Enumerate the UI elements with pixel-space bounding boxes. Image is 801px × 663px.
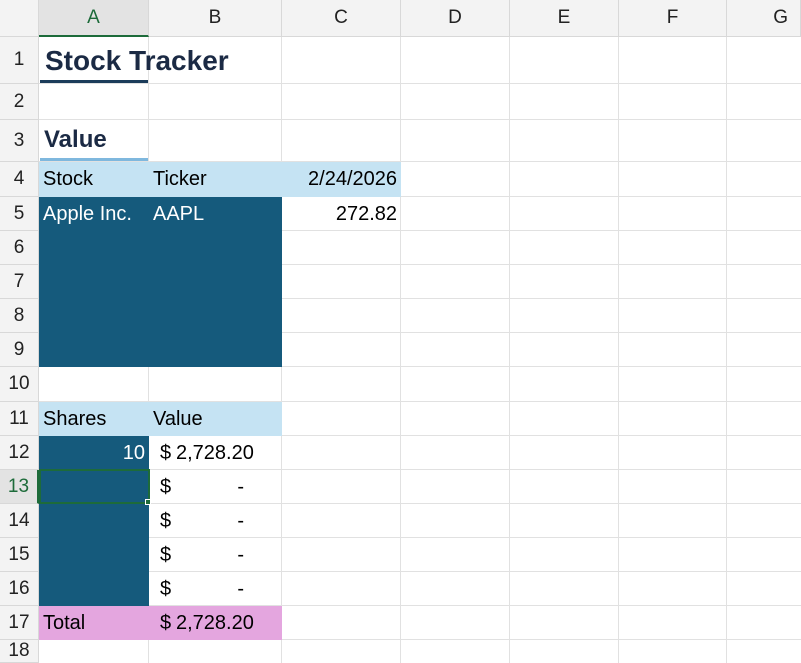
value-amount: 2,728.20 [176,441,254,464]
column-header-f[interactable]: F [619,0,727,37]
row-header-6[interactable]: 6 [0,231,39,265]
cell-b5-ticker[interactable]: AAPL [149,197,282,231]
currency-symbol: $ [160,475,172,498]
currency-symbol: $ [160,577,172,600]
cell-a16-shares[interactable] [39,572,149,606]
cell-a14-shares[interactable] [39,504,149,538]
value-amount: - [237,543,244,566]
cell-a1-title[interactable]: Stock Tracker [40,38,280,83]
row-header-13[interactable]: 13 [0,470,39,504]
value-amount: - [237,577,244,600]
value-heading-underline [40,158,148,161]
gridline [39,83,801,84]
row-header-11[interactable]: 11 [0,402,39,436]
value-amount: - [237,475,244,498]
cell-a3-value-heading[interactable]: Value [40,120,148,159]
cell-a13-shares-selected[interactable] [39,469,150,504]
currency-symbol: $ [160,543,172,566]
column-header-e[interactable]: E [510,0,619,37]
cell-a11-shares-header[interactable]: Shares [39,402,149,436]
row-header-14[interactable]: 14 [0,504,39,538]
row-header-3[interactable]: 3 [0,120,39,162]
title-underline [40,80,148,83]
gridline [39,119,801,120]
gridline [400,37,401,663]
row-header-18[interactable]: 18 [0,640,39,663]
row-header-7[interactable]: 7 [0,265,39,299]
gridline [509,37,510,663]
row-header-15[interactable]: 15 [0,538,39,572]
row-header-17[interactable]: 17 [0,606,39,640]
row-header-9[interactable]: 9 [0,333,39,367]
cell-b13-value[interactable]: $ - [149,470,282,504]
currency-symbol: $ [160,509,172,532]
currency-symbol: $ [160,441,172,464]
row-header-16[interactable]: 16 [0,572,39,606]
currency-symbol: $ [160,611,172,634]
row-header-10[interactable]: 10 [0,367,39,402]
column-header-d[interactable]: D [401,0,510,37]
row-header-1[interactable]: 1 [0,37,39,84]
cell-b16-value[interactable]: $ - [149,572,282,606]
column-header-c[interactable]: C [282,0,401,37]
column-header-a[interactable]: A [39,0,149,37]
spreadsheet-grid: A B C D E F G 1 2 3 4 5 6 7 8 9 10 11 12… [0,0,801,663]
cell-a17-total-label[interactable]: Total [39,606,149,640]
cell-b11-value-header[interactable]: Value [149,402,282,436]
column-header-g[interactable]: G [727,0,801,37]
cell-b15-value[interactable]: $ - [149,538,282,572]
cell-a4-stock-header[interactable]: Stock [39,162,149,197]
gridline [618,37,619,663]
row-header-4[interactable]: 4 [0,162,39,197]
cell-b12-value[interactable]: $ 2,728.20 [149,436,282,470]
cell-a12-shares[interactable]: 10 [39,436,149,470]
row-header-5[interactable]: 5 [0,197,39,231]
cell-b17-total-value[interactable]: $ 2,728.20 [149,606,282,640]
gridline [726,37,727,663]
total-amount: 2,728.20 [176,611,254,634]
cell-c5-price[interactable]: 272.82 [282,197,401,231]
cell-a15-shares[interactable] [39,538,149,572]
value-amount: - [237,509,244,532]
cell-b4-ticker-header[interactable]: Ticker [149,162,282,197]
row-header-2[interactable]: 2 [0,84,39,120]
cell-b14-value[interactable]: $ - [149,504,282,538]
cell-a5-stock-name[interactable]: Apple Inc. [39,197,149,231]
column-header-b[interactable]: B [149,0,282,37]
cell-c4-date-header[interactable]: 2/24/2026 [282,162,401,197]
row-header-12[interactable]: 12 [0,436,39,470]
row-header-8[interactable]: 8 [0,299,39,333]
select-all-corner[interactable] [0,0,39,37]
